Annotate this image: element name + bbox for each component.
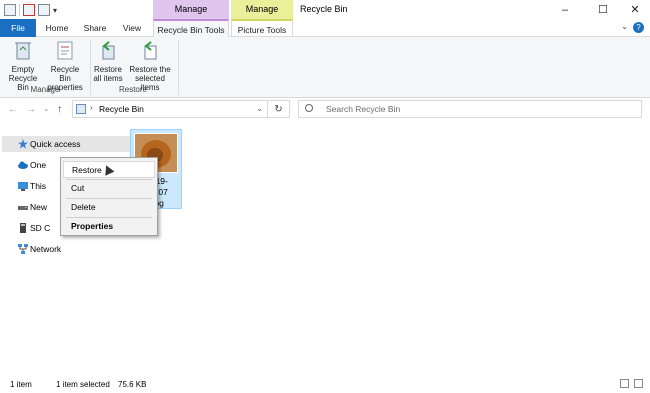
- group-label-restore: Restore: [118, 85, 147, 94]
- context-tab-manage-picture: Manage: [231, 0, 293, 19]
- chevron-down-icon[interactable]: ⌄: [256, 104, 263, 113]
- drive-icon: [18, 206, 28, 210]
- tab-view[interactable]: View: [116, 19, 148, 37]
- divider: [178, 40, 179, 95]
- selected-size: 75.6 KB: [118, 380, 147, 389]
- empty-label-1: Empty: [11, 65, 35, 74]
- search-input[interactable]: Search Recycle Bin: [298, 100, 642, 118]
- tab-picture-tools[interactable]: Picture Tools: [231, 19, 293, 37]
- address-row: ← → ⌄ ↑ › Recycle Bin ⌄ ↻ Search Recycle…: [0, 98, 650, 122]
- nav-label: SD C: [30, 223, 51, 233]
- properties-icon[interactable]: [23, 4, 35, 16]
- large-icons-view-icon[interactable]: [634, 379, 643, 388]
- properties-icon: [57, 41, 73, 60]
- search-icon: [305, 104, 313, 112]
- file-list: 2019- 15-07 .jpg: [130, 128, 650, 368]
- recycle-bin-icon: [15, 42, 31, 60]
- up-arrow-icon[interactable]: ↑: [57, 104, 62, 115]
- tab-recycle-bin-tools[interactable]: Recycle Bin Tools: [153, 19, 229, 38]
- restore-all-label-2: all items: [93, 74, 123, 83]
- recent-chevron-icon[interactable]: ⌄: [43, 104, 50, 113]
- selected-count: 1 item selected: [56, 380, 110, 389]
- status-bar: 1 item 1 item selected 75.6 KB: [0, 376, 650, 393]
- nav-label: One: [30, 160, 47, 170]
- restore-all-items-button[interactable]: Restore all items: [92, 39, 124, 83]
- nav-label: New: [30, 202, 48, 212]
- address-bar[interactable]: › Recycle Bin ⌄: [72, 100, 268, 118]
- minimize-button[interactable]: –: [558, 3, 572, 17]
- recycle-bin-icon: [76, 104, 86, 114]
- cloud-icon: [18, 161, 28, 169]
- menu-item-delete[interactable]: Delete: [63, 199, 155, 216]
- restore-selected-label-1: Restore the: [129, 65, 171, 74]
- context-menu: Restore Cut Delete Properties: [60, 157, 158, 236]
- chevron-down-icon[interactable]: ▾: [53, 6, 57, 15]
- ribbon: Empty Recycle Bin Recycle Bin properties…: [0, 37, 650, 98]
- monitor-icon: [18, 182, 28, 191]
- nav-item-network[interactable]: Network: [2, 241, 130, 257]
- quick-access-toolbar: ▾: [4, 4, 57, 16]
- sd-card-icon: [20, 223, 26, 233]
- tab-file[interactable]: File: [0, 19, 36, 37]
- window-title: Recycle Bin: [300, 4, 348, 14]
- search-placeholder: Search Recycle Bin: [326, 104, 401, 114]
- restore-all-label-1: Restore: [93, 65, 122, 74]
- menu-item-properties[interactable]: Properties: [63, 218, 155, 235]
- chevron-down-icon[interactable]: ⌄: [621, 22, 628, 31]
- back-arrow-icon[interactable]: ←: [8, 104, 18, 115]
- chevron-right-icon[interactable]: ›: [90, 103, 93, 112]
- nav-label: Network: [30, 244, 62, 254]
- props-label-1: Recycle Bin: [50, 65, 80, 83]
- item-count: 1 item: [10, 380, 32, 389]
- divider: [90, 40, 91, 95]
- refresh-button[interactable]: ↻: [268, 100, 290, 118]
- star-icon: [18, 139, 28, 149]
- ribbon-tabs: File Home Share View Recycle Bin Tools P…: [0, 19, 650, 38]
- close-button[interactable]: ✕: [628, 3, 642, 17]
- tab-home[interactable]: Home: [40, 19, 74, 37]
- nav-label: Quick access: [30, 139, 81, 149]
- help-icon[interactable]: ?: [633, 22, 644, 33]
- restore-selected-icon: [144, 41, 157, 60]
- network-icon: [18, 244, 28, 254]
- nav-item-quick-access[interactable]: Quick access: [2, 136, 130, 152]
- divider: [19, 4, 20, 16]
- context-tab-manage-recycle: Manage: [153, 0, 229, 19]
- details-view-icon[interactable]: [620, 379, 629, 388]
- new-folder-icon[interactable]: [38, 4, 50, 16]
- folder-icon[interactable]: [4, 4, 16, 16]
- menu-item-cut[interactable]: Cut: [63, 180, 155, 197]
- address-path: Recycle Bin: [99, 104, 144, 114]
- nav-label: This: [30, 181, 47, 191]
- forward-arrow-icon[interactable]: →: [26, 104, 36, 115]
- tab-share[interactable]: Share: [78, 19, 112, 37]
- maximize-button[interactable]: ☐: [596, 3, 610, 17]
- restore-icon: [102, 41, 115, 60]
- group-label-manage: Manage: [30, 85, 60, 94]
